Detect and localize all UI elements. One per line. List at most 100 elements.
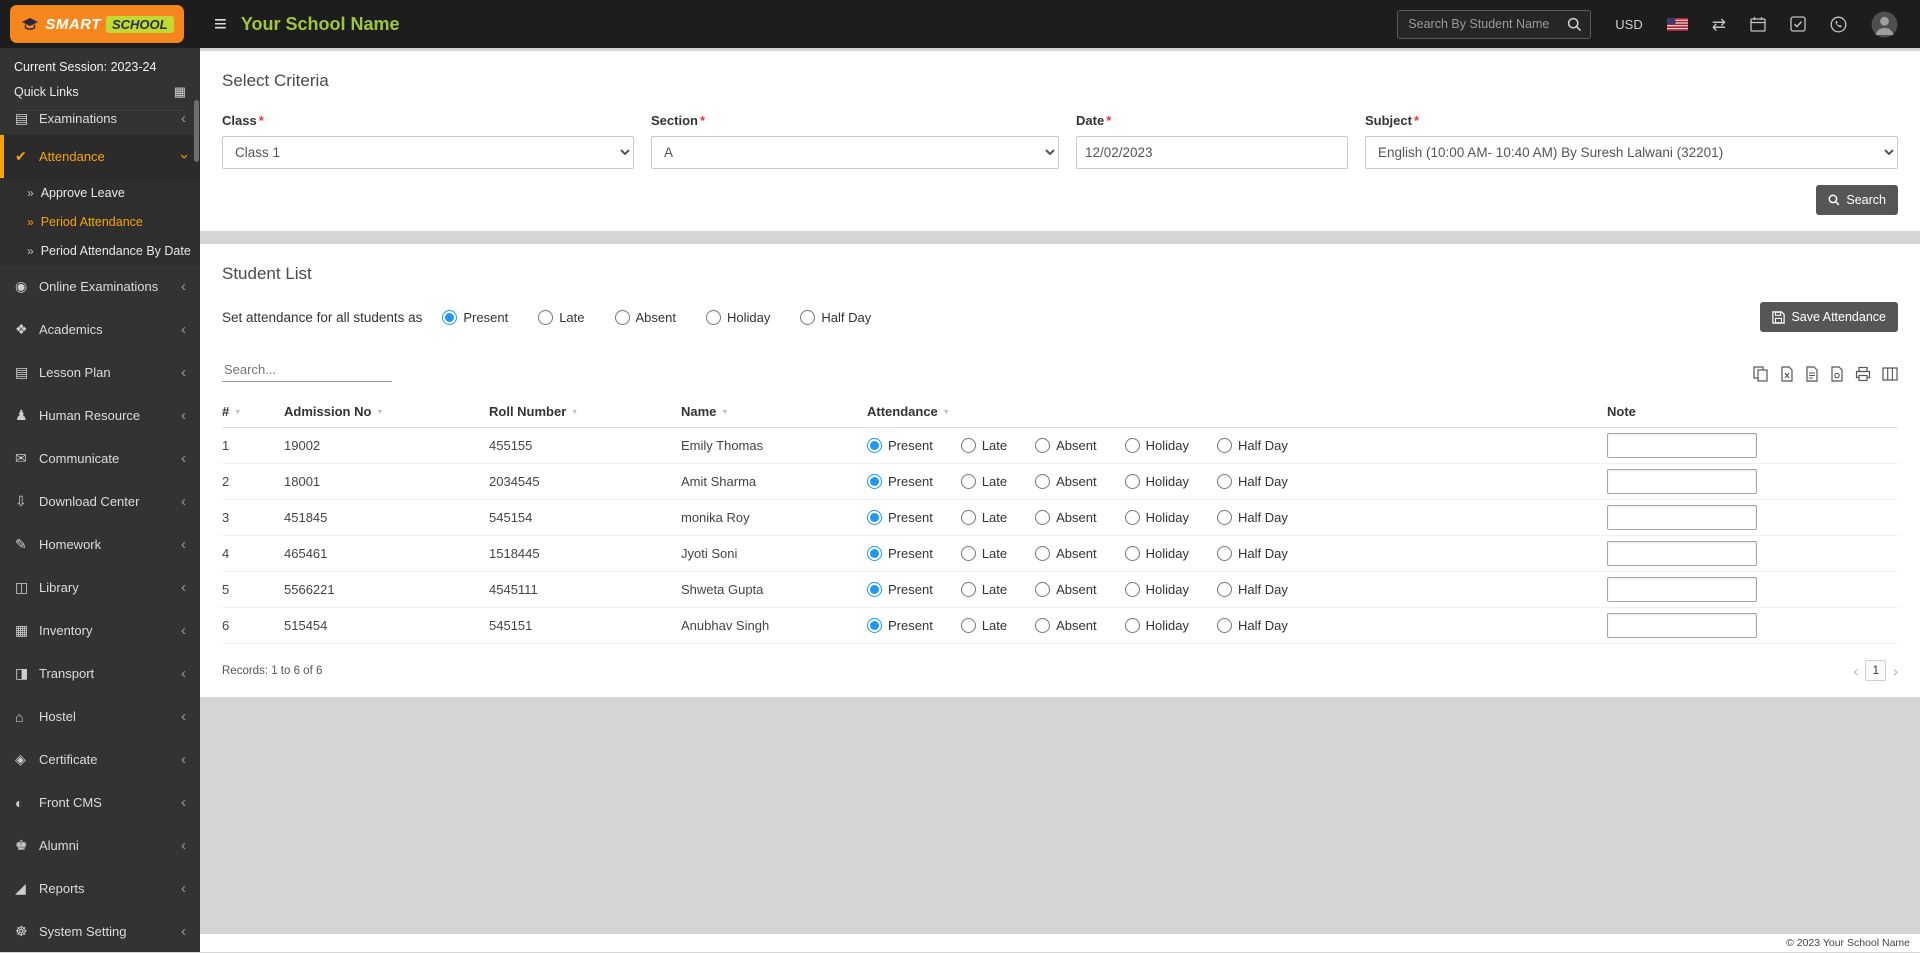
language-flag-icon[interactable] <box>1666 17 1688 31</box>
sidebar-subitem-period-attendance-by-date[interactable]: » Period Attendance By Date <box>0 236 200 265</box>
quick-links[interactable]: Quick Links ▦ <box>14 84 186 111</box>
attendance-option-holiday[interactable]: Holiday <box>1124 546 1189 561</box>
sidebar-item-lesson-plan[interactable]: ▤ Lesson Plan ‹ <box>0 351 200 394</box>
radio-half-day[interactable] <box>1216 582 1232 597</box>
sidebar-item-alumni[interactable]: ♚ Alumni ‹ <box>0 824 200 867</box>
attendance-option-half-day[interactable]: Half Day <box>1216 510 1288 525</box>
date-input[interactable] <box>1076 136 1348 169</box>
sidebar-item-library[interactable]: ◫ Library ‹ <box>0 566 200 609</box>
radio-half-day[interactable] <box>1216 474 1232 489</box>
radio-present[interactable] <box>867 510 882 525</box>
note-input[interactable] <box>1607 577 1757 602</box>
page-number-button[interactable]: 1 <box>1865 660 1887 681</box>
note-input[interactable] <box>1607 613 1757 638</box>
prev-page-icon[interactable]: ‹ <box>1854 663 1859 679</box>
attendance-option-half-day[interactable]: Half Day <box>1216 546 1288 561</box>
sidebar-item-inventory[interactable]: ▦ Inventory ‹ <box>0 609 200 652</box>
sidebar-item-download-center[interactable]: ⇩ Download Center ‹ <box>0 480 200 523</box>
attendance-option-half-day[interactable]: Half Day <box>1216 618 1288 633</box>
attendance-option-late[interactable]: Late <box>960 618 1007 633</box>
radio-absent[interactable] <box>1035 474 1051 489</box>
search-icon[interactable] <box>1563 15 1586 34</box>
sidebar-item-reports[interactable]: ◢ Reports ‹ <box>0 867 200 910</box>
radio-present[interactable] <box>867 474 882 489</box>
attendance-option-late[interactable]: Late <box>960 438 1007 453</box>
radio-holiday[interactable] <box>1124 618 1140 633</box>
radio-holiday[interactable] <box>1124 438 1140 453</box>
sidebar-item-attendance[interactable]: ✔ Attendance ‹ <box>0 135 200 178</box>
col-header-name[interactable]: Name ▼ <box>681 404 867 419</box>
radio-present[interactable] <box>867 618 882 633</box>
whatsapp-icon[interactable] <box>1830 16 1847 33</box>
menu-icon[interactable]: ≡ <box>214 13 227 35</box>
attendance-option-half-day[interactable]: Half Day <box>800 309 871 325</box>
attendance-option-absent[interactable]: Absent <box>614 309 676 325</box>
attendance-option-holiday[interactable]: Holiday <box>1124 582 1189 597</box>
csv-icon[interactable] <box>1805 366 1819 382</box>
radio-late[interactable] <box>960 438 976 453</box>
radio-late[interactable] <box>960 546 976 561</box>
copy-icon[interactable] <box>1753 366 1769 382</box>
calendar-icon[interactable] <box>1750 16 1766 32</box>
exchange-icon[interactable]: ⇄ <box>1712 16 1726 33</box>
attendance-option-present[interactable]: Present <box>867 438 933 453</box>
sidebar-subitem-period-attendance[interactable]: » Period Attendance <box>0 207 200 236</box>
note-input[interactable] <box>1607 505 1757 530</box>
attendance-option-holiday[interactable]: Holiday <box>706 309 770 325</box>
radio-holiday[interactable] <box>1124 582 1140 597</box>
col-header-roll[interactable]: Roll Number ▼ <box>489 404 681 419</box>
radio-half-day[interactable] <box>1216 438 1232 453</box>
radio-late[interactable] <box>538 309 554 325</box>
radio-absent[interactable] <box>1035 618 1051 633</box>
sidebar-item-front-cms[interactable]: ◐ Front CMS ‹ <box>0 781 200 824</box>
radio-late[interactable] <box>960 510 976 525</box>
radio-absent[interactable] <box>1035 546 1051 561</box>
col-header-num[interactable]: # ▼ <box>222 404 284 419</box>
col-header-attendance[interactable]: Attendance ▼ <box>867 404 1607 419</box>
user-avatar-icon[interactable] <box>1871 11 1898 38</box>
attendance-option-holiday[interactable]: Holiday <box>1124 438 1189 453</box>
attendance-option-present[interactable]: Present <box>867 546 933 561</box>
sidebar-subitem-approve-leave[interactable]: » Approve Leave <box>0 178 200 207</box>
attendance-option-present[interactable]: Present <box>867 510 933 525</box>
section-select[interactable]: A <box>651 136 1059 169</box>
sidebar-item-examinations-partial[interactable]: ▤ Examinations ‹ <box>0 111 200 135</box>
attendance-option-present[interactable]: Present <box>867 474 933 489</box>
sidebar-item-human-resource[interactable]: ♟ Human Resource ‹ <box>0 394 200 437</box>
radio-present[interactable] <box>442 309 458 325</box>
attendance-option-holiday[interactable]: Holiday <box>1124 618 1189 633</box>
radio-holiday[interactable] <box>1124 510 1140 525</box>
radio-present[interactable] <box>867 438 882 453</box>
sidebar-item-online-examinations[interactable]: ◉ Online Examinations ‹ <box>0 265 200 308</box>
pdf-icon[interactable] <box>1830 366 1844 382</box>
next-page-icon[interactable]: › <box>1893 663 1898 679</box>
note-input[interactable] <box>1607 541 1757 566</box>
col-header-admission[interactable]: Admission No ▼ <box>284 404 489 419</box>
search-button[interactable]: Search <box>1816 185 1898 215</box>
radio-holiday[interactable] <box>1124 546 1140 561</box>
radio-holiday[interactable] <box>1124 474 1140 489</box>
attendance-option-absent[interactable]: Absent <box>1035 618 1097 633</box>
radio-late[interactable] <box>960 582 976 597</box>
sidebar-item-homework[interactable]: ✎ Homework ‹ <box>0 523 200 566</box>
radio-half-day[interactable] <box>1216 546 1232 561</box>
app-logo[interactable]: SMART SCHOOL <box>10 5 184 43</box>
radio-present[interactable] <box>867 582 882 597</box>
attendance-option-present[interactable]: Present <box>867 618 933 633</box>
radio-present[interactable] <box>867 546 882 561</box>
radio-half-day[interactable] <box>1216 618 1232 633</box>
radio-late[interactable] <box>960 474 976 489</box>
attendance-option-absent[interactable]: Absent <box>1035 510 1097 525</box>
radio-absent[interactable] <box>1035 438 1051 453</box>
columns-icon[interactable] <box>1882 366 1898 382</box>
sidebar-item-hostel[interactable]: ⌂ Hostel ‹ <box>0 695 200 738</box>
sidebar-item-system-setting[interactable]: ☸ System Setting ‹ <box>0 910 200 953</box>
attendance-option-absent[interactable]: Absent <box>1035 438 1097 453</box>
attendance-option-holiday[interactable]: Holiday <box>1124 510 1189 525</box>
radio-half-day[interactable] <box>1216 510 1232 525</box>
sidebar-scrollbar[interactable] <box>194 100 199 162</box>
attendance-option-present[interactable]: Present <box>442 309 508 325</box>
attendance-option-holiday[interactable]: Holiday <box>1124 474 1189 489</box>
attendance-option-half-day[interactable]: Half Day <box>1216 438 1288 453</box>
attendance-option-late[interactable]: Late <box>960 510 1007 525</box>
